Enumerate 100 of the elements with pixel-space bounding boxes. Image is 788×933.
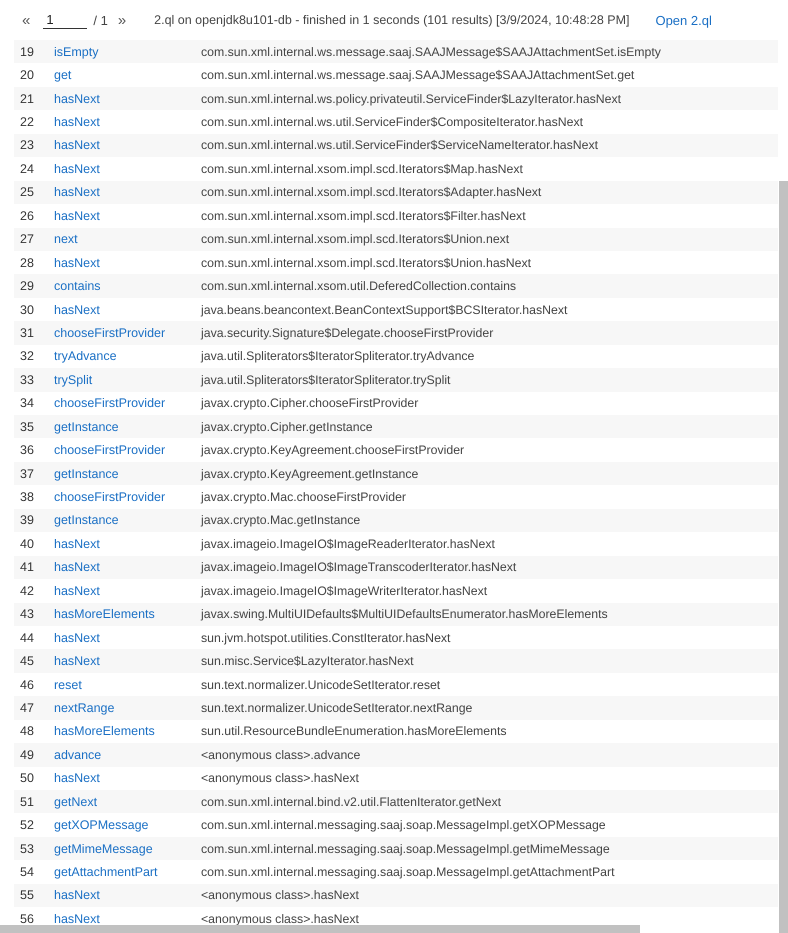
method-path: javax.crypto.KeyAgreement.chooseFirstProvider bbox=[201, 443, 464, 458]
method-link[interactable]: hasNext bbox=[54, 536, 201, 551]
method-link[interactable]: trySplit bbox=[54, 372, 201, 387]
row-number: 53 bbox=[19, 842, 35, 856]
vertical-scrollbar[interactable] bbox=[779, 181, 788, 933]
row-number: 37 bbox=[19, 466, 35, 481]
row-number: 45 bbox=[19, 654, 35, 668]
row-number: 46 bbox=[19, 678, 35, 692]
row-number: 54 bbox=[19, 865, 35, 880]
method-link[interactable]: hasNext bbox=[54, 654, 201, 668]
row-number: 26 bbox=[19, 208, 35, 223]
method-link[interactable]: hasNext bbox=[54, 584, 201, 598]
row-number: 47 bbox=[19, 700, 35, 715]
method-link[interactable]: hasNext bbox=[54, 115, 201, 130]
row-number: 44 bbox=[19, 630, 35, 645]
method-link[interactable]: hasNext bbox=[54, 771, 201, 786]
method-link[interactable]: chooseFirstProvider bbox=[54, 490, 201, 504]
page-total: / 1 bbox=[93, 12, 108, 28]
method-link[interactable]: getInstance bbox=[54, 420, 201, 434]
method-link[interactable]: getMimeMessage bbox=[54, 842, 201, 856]
method-link[interactable]: hasNext bbox=[54, 256, 201, 270]
method-link[interactable]: contains bbox=[54, 279, 201, 294]
method-path: com.sun.xml.internal.messaging.saaj.soap.MessageImpl.getAttachmentPart bbox=[201, 865, 615, 880]
method-link[interactable]: chooseFirstProvider bbox=[54, 396, 201, 410]
row-number: 32 bbox=[19, 349, 35, 364]
method-link[interactable]: getXOPMessage bbox=[54, 818, 201, 832]
method-link[interactable]: hasNext bbox=[54, 185, 201, 200]
method-path: com.sun.xml.internal.ws.message.saaj.SAAJMessage$SAAJAttachmentSet.isEmpty bbox=[201, 44, 661, 59]
method-path: com.sun.xml.internal.messaging.saaj.soap.MessageImpl.getMimeMessage bbox=[201, 842, 610, 856]
method-link[interactable]: hasNext bbox=[54, 92, 201, 106]
method-path: <anonymous class>.hasNext bbox=[201, 771, 359, 786]
method-link[interactable]: hasNext bbox=[54, 302, 201, 317]
method-path: javax.imageio.ImageIO$ImageWriterIterator.hasNext bbox=[201, 584, 488, 598]
method-path: sun.text.normalizer.UnicodeSetIterator.nextRange bbox=[201, 700, 472, 715]
method-link[interactable]: reset bbox=[54, 678, 201, 692]
row-number: 36 bbox=[19, 443, 35, 458]
method-path: com.sun.xml.internal.ws.util.ServiceFinder$ServiceNameIterator.hasNext bbox=[201, 138, 598, 152]
method-path: sun.misc.Service$LazyIterator.hasNext bbox=[201, 654, 414, 668]
method-path: com.sun.xml.internal.ws.policy.privateutil.ServiceFinder$LazyIterator.hasNext bbox=[201, 92, 622, 106]
method-link[interactable]: hasMoreElements bbox=[54, 607, 201, 622]
method-path: javax.imageio.ImageIO$ImageReaderIterator.hasNext bbox=[201, 536, 495, 551]
method-path: javax.swing.MultiUIDefaults$MultiUIDefaultsEnumerator.hasMoreElements bbox=[201, 607, 608, 622]
row-number: 20 bbox=[19, 68, 35, 82]
method-link[interactable]: hasNext bbox=[54, 912, 201, 926]
method-path: sun.jvm.hotspot.utilities.ConstIterator.hasNext bbox=[201, 630, 450, 645]
method-link[interactable]: hasNext bbox=[54, 888, 201, 902]
method-link[interactable]: getInstance bbox=[54, 513, 201, 528]
method-link[interactable]: tryAdvance bbox=[54, 349, 201, 364]
method-link[interactable]: hasNext bbox=[54, 560, 201, 574]
method-link[interactable]: nextRange bbox=[54, 700, 201, 715]
method-link[interactable]: hasMoreElements bbox=[54, 724, 201, 738]
method-path: com.sun.xml.internal.ws.util.ServiceFinder$CompositeIterator.hasNext bbox=[201, 115, 584, 130]
method-link[interactable]: isEmpty bbox=[54, 44, 201, 59]
method-path: javax.crypto.Cipher.chooseFirstProvider bbox=[201, 396, 418, 410]
query-summary: 2.ql on openjdk8u101-db - finished in 1 seconds (101 results) [3/9/2024, 10:48:28 PM] bbox=[154, 13, 630, 27]
method-link[interactable]: next bbox=[54, 232, 201, 246]
row-number: 50 bbox=[19, 771, 35, 786]
row-number: 42 bbox=[19, 584, 35, 598]
method-path: sun.util.ResourceBundleEnumeration.hasMoreElements bbox=[201, 724, 507, 738]
method-path: javax.crypto.KeyAgreement.getInstance bbox=[201, 466, 418, 481]
row-number: 24 bbox=[19, 162, 35, 176]
method-path: java.util.Spliterators$IteratorSpliterator.tryAdvance bbox=[201, 349, 474, 364]
method-link[interactable]: hasNext bbox=[54, 138, 201, 152]
page-number-field[interactable]: 1 bbox=[43, 11, 88, 29]
row-number: 33 bbox=[19, 372, 35, 387]
next-page-button[interactable]: » bbox=[118, 12, 126, 28]
row-number: 27 bbox=[19, 232, 35, 246]
method-link[interactable]: advance bbox=[54, 748, 201, 762]
method-link[interactable]: chooseFirstProvider bbox=[54, 326, 201, 340]
method-link[interactable]: get bbox=[54, 68, 201, 82]
row-number: 40 bbox=[19, 536, 35, 551]
method-link[interactable]: getInstance bbox=[54, 466, 201, 481]
row-number: 52 bbox=[19, 818, 35, 832]
row-number: 23 bbox=[19, 138, 35, 152]
method-link[interactable]: getNext bbox=[54, 794, 201, 809]
open-query-link[interactable]: Open 2.ql bbox=[655, 12, 712, 28]
method-path: java.security.Signature$Delegate.chooseFirstProvider bbox=[201, 326, 494, 340]
method-link[interactable]: chooseFirstProvider bbox=[54, 443, 201, 458]
row-number: 39 bbox=[19, 513, 35, 528]
method-link[interactable]: hasNext bbox=[54, 208, 201, 223]
method-path: javax.crypto.Cipher.getInstance bbox=[201, 420, 373, 434]
method-link[interactable]: hasNext bbox=[54, 162, 201, 176]
method-path: com.sun.xml.internal.xsom.impl.scd.Iterators$Union.next bbox=[201, 232, 510, 246]
row-number: 31 bbox=[19, 326, 35, 340]
row-number: 43 bbox=[19, 607, 35, 622]
row-number: 19 bbox=[19, 44, 35, 59]
method-path: com.sun.xml.internal.messaging.saaj.soap.MessageImpl.getXOPMessage bbox=[201, 818, 606, 832]
method-path: com.sun.xml.internal.xsom.util.DeferedCollection.contains bbox=[201, 279, 516, 294]
method-path: <anonymous class>.hasNext bbox=[201, 888, 359, 902]
row-number: 34 bbox=[19, 396, 35, 410]
method-path: com.sun.xml.internal.xsom.impl.scd.Iterators$Union.hasNext bbox=[201, 256, 532, 270]
method-link[interactable]: getAttachmentPart bbox=[54, 865, 201, 880]
previous-page-button[interactable]: « bbox=[22, 12, 30, 28]
row-number: 49 bbox=[19, 748, 35, 762]
horizontal-scrollbar[interactable] bbox=[0, 925, 640, 933]
method-path: javax.crypto.Mac.getInstance bbox=[201, 513, 360, 528]
method-link[interactable]: hasNext bbox=[54, 630, 201, 645]
method-path: com.sun.xml.internal.xsom.impl.scd.Iterators$Adapter.hasNext bbox=[201, 185, 542, 200]
row-number: 48 bbox=[19, 724, 35, 738]
row-number: 41 bbox=[19, 560, 35, 574]
